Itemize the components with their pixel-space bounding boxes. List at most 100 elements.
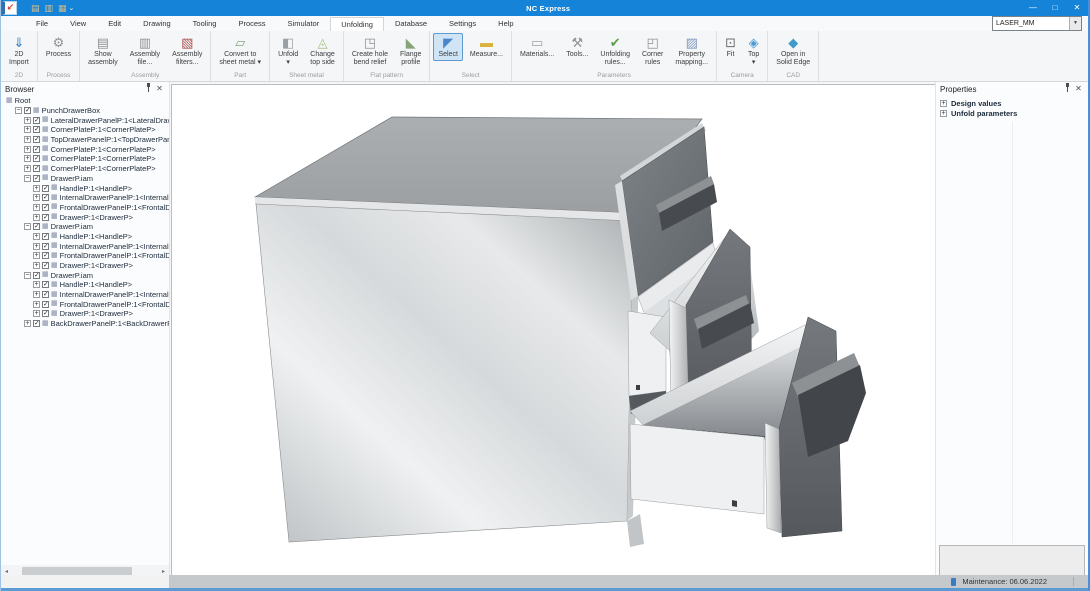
tree-row[interactable]: +▦CornerPlateP:1<CornerPlateP> [1, 144, 169, 154]
menu-settings[interactable]: Settings [438, 17, 487, 31]
tree-row[interactable]: +▦DrawerP:1<DrawerP> [1, 212, 169, 222]
collapse-icon[interactable]: − [15, 107, 22, 114]
tree-row[interactable]: +▦BackDrawerPanelP:1<BackDrawerPanelP> [1, 319, 169, 329]
profile-selector-dropdown-icon[interactable]: ▼ [1069, 17, 1081, 30]
tree-row[interactable]: −▦DrawerP.iam [1, 222, 169, 232]
visibility-checkbox[interactable] [42, 233, 49, 240]
visibility-checkbox[interactable] [42, 194, 49, 201]
menu-help[interactable]: Help [487, 17, 524, 31]
visibility-checkbox[interactable] [42, 214, 49, 221]
expand-icon[interactable]: + [33, 204, 40, 211]
expand-icon[interactable]: + [24, 117, 31, 124]
scroll-right-icon[interactable]: ▸ [158, 568, 169, 575]
assembly-filters-button[interactable]: ▧Assembly filters... [167, 33, 207, 69]
menu-unfolding[interactable]: Unfolding [330, 17, 384, 31]
tree-row[interactable]: +▦FrontalDrawerPanelP:1<FrontalDrawerPa [1, 203, 169, 213]
tree-row[interactable]: +▦InternalDrawerPanelP:1<InternalDrawerF [1, 290, 169, 300]
show-assembly-button[interactable]: ▤Show assembly [83, 33, 123, 69]
top-view-button[interactable]: ◈Top ▾ [743, 33, 764, 69]
property-mapping-button[interactable]: ▨Property mapping... [670, 33, 713, 69]
tree-row[interactable]: +▦InternalDrawerPanelP:1<InternalDrawerF [1, 241, 169, 251]
tree-row[interactable]: −▦DrawerP.iam [1, 174, 169, 184]
tree-row[interactable]: +▦CornerPlateP:1<CornerPlateP> [1, 125, 169, 135]
expand-icon[interactable]: + [33, 301, 40, 308]
materials-button[interactable]: ▭Materials... [515, 33, 559, 61]
expand-icon[interactable]: + [33, 252, 40, 259]
expand-icon[interactable]: + [940, 110, 947, 117]
collapse-icon[interactable]: − [24, 175, 31, 182]
pin-icon[interactable] [1062, 83, 1073, 96]
visibility-checkbox[interactable] [33, 175, 40, 182]
menu-simulator[interactable]: Simulator [277, 17, 331, 31]
expand-icon[interactable]: + [24, 155, 31, 162]
visibility-checkbox[interactable] [42, 301, 49, 308]
tools-button[interactable]: ⚒Tools... [561, 33, 593, 61]
visibility-checkbox[interactable] [33, 165, 40, 172]
menu-view[interactable]: View [59, 17, 97, 31]
maximize-button[interactable]: □ [1044, 0, 1066, 16]
menu-file[interactable]: File [25, 17, 59, 31]
tree-row[interactable]: +▦LateralDrawerPanelP:1<LateralDrawerPan… [1, 115, 169, 125]
tree-row[interactable]: −▦DrawerP.iam [1, 270, 169, 280]
tree-row[interactable]: +▦CornerPlateP:1<CornerPlateP> [1, 164, 169, 174]
drawer-box-3d-model[interactable] [172, 85, 936, 576]
expand-icon[interactable]: + [33, 291, 40, 298]
visibility-checkbox[interactable] [33, 272, 40, 279]
menu-drawing[interactable]: Drawing [132, 17, 182, 31]
minimize-button[interactable]: — [1022, 0, 1044, 16]
expand-icon[interactable]: + [24, 165, 31, 172]
visibility-checkbox[interactable] [42, 281, 49, 288]
expand-icon[interactable]: + [940, 100, 947, 107]
visibility-checkbox[interactable] [33, 155, 40, 162]
expand-icon[interactable]: + [33, 262, 40, 269]
visibility-checkbox[interactable] [42, 185, 49, 192]
visibility-checkbox[interactable] [42, 262, 49, 269]
expand-icon[interactable]: + [24, 126, 31, 133]
visibility-checkbox[interactable] [42, 310, 49, 317]
tree-row[interactable]: +▦DrawerP:1<DrawerP> [1, 261, 169, 271]
visibility-checkbox[interactable] [33, 320, 40, 327]
visibility-checkbox[interactable] [42, 204, 49, 211]
expand-icon[interactable]: + [33, 243, 40, 250]
menu-edit[interactable]: Edit [97, 17, 132, 31]
menu-process[interactable]: Process [227, 17, 276, 31]
process-button[interactable]: ⚙Process [41, 33, 76, 61]
3d-viewport[interactable] [171, 84, 937, 577]
profile-selector[interactable]: LASER_MM ▼ [992, 16, 1082, 31]
tree-row[interactable]: +▦FrontalDrawerPanelP:1<FrontalDrawerPa [1, 251, 169, 261]
corner-rules-button[interactable]: ◰Corner rules [637, 33, 668, 69]
fit-button[interactable]: ⊡Fit [720, 33, 741, 61]
flange-profile-button[interactable]: ◣Flange profile [395, 33, 426, 69]
expand-icon[interactable]: + [33, 194, 40, 201]
2d-import-button[interactable]: ⇓2D Import [4, 33, 34, 69]
change-top-side-button[interactable]: ◬Change top side [305, 33, 340, 69]
expand-icon[interactable]: + [33, 185, 40, 192]
tree-row[interactable]: +▦HandleP:1<HandleP> [1, 183, 169, 193]
expand-icon[interactable]: + [24, 146, 31, 153]
close-icon[interactable]: ✕ [1073, 83, 1084, 95]
tree-row[interactable]: +▦CornerPlateP:1<CornerPlateP> [1, 154, 169, 164]
properties-item-design-values[interactable]: +Design values [936, 98, 1088, 108]
tree-row[interactable]: −▦PunchDrawerBox [1, 106, 169, 116]
visibility-checkbox[interactable] [24, 107, 31, 114]
save-file-icon[interactable]: ▦ [58, 3, 67, 13]
visibility-checkbox[interactable] [33, 126, 40, 133]
expand-icon[interactable]: + [33, 281, 40, 288]
convert-to-sheet-metal-button[interactable]: ▱Convert to sheet metal ▾ [214, 33, 266, 69]
collapse-icon[interactable]: − [24, 223, 31, 230]
visibility-checkbox[interactable] [33, 117, 40, 124]
visibility-checkbox[interactable] [42, 291, 49, 298]
visibility-checkbox[interactable] [42, 243, 49, 250]
tree-row[interactable]: +▦DrawerP:1<DrawerP> [1, 309, 169, 319]
menu-database[interactable]: Database [384, 17, 438, 31]
expand-icon[interactable]: + [33, 233, 40, 240]
expand-icon[interactable]: + [33, 214, 40, 221]
tree-row[interactable]: +▦TopDrawerPanelP:1<TopDrawerPanelP> [1, 135, 169, 145]
visibility-checkbox[interactable] [33, 136, 40, 143]
import-file-icon[interactable]: ▥ [45, 3, 54, 13]
measure-button[interactable]: ▬Measure... [465, 33, 508, 61]
expand-icon[interactable]: + [24, 320, 31, 327]
expand-icon[interactable]: + [24, 136, 31, 143]
properties-item-unfold-parameters[interactable]: +Unfold parameters [936, 108, 1088, 118]
tree-row[interactable]: ▦Root [1, 96, 169, 106]
